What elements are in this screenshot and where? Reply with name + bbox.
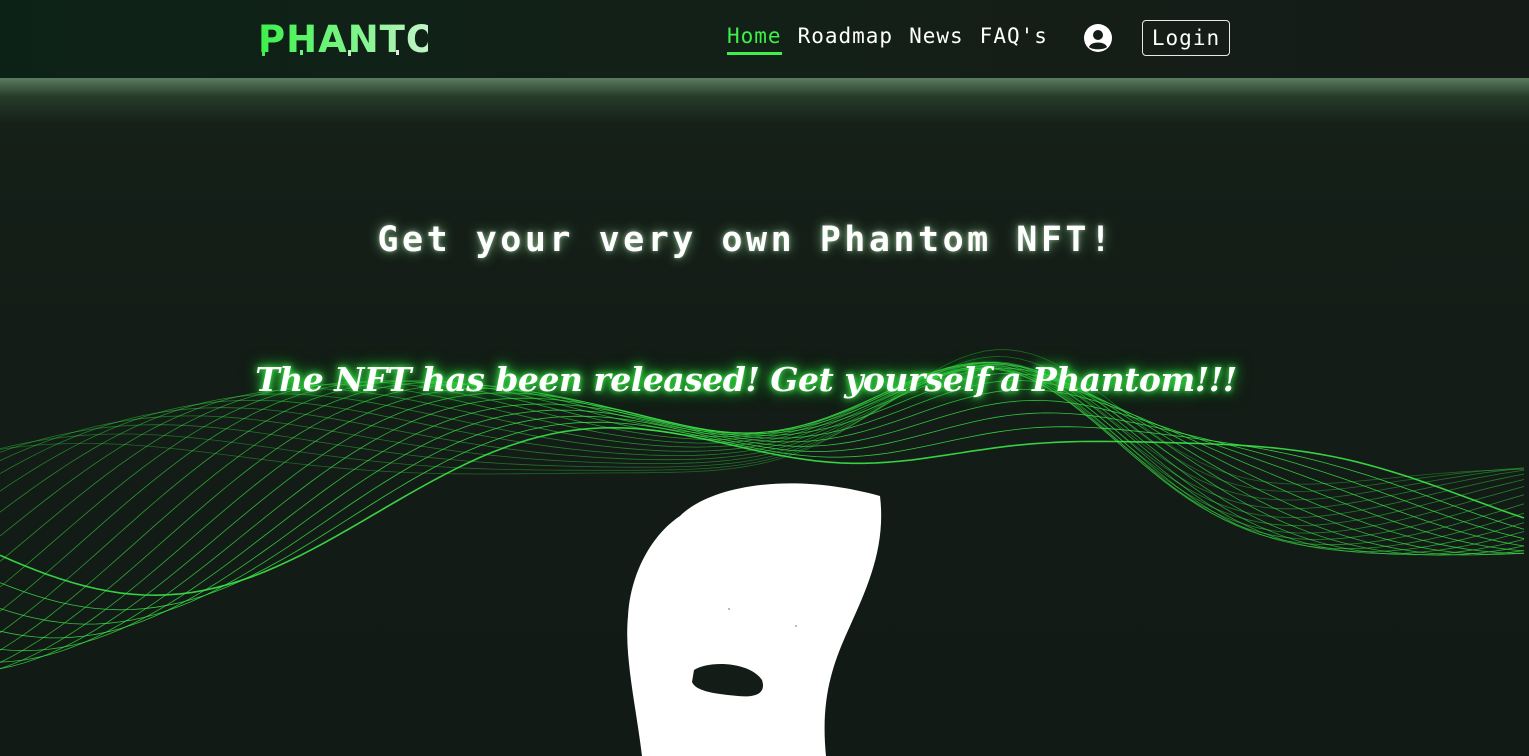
logo-text: PHANTOM: [258, 18, 428, 60]
page: PHANTOM Home Roadmap News FAQ's Login: [0, 0, 1529, 756]
logo-wordmark: PHANTOM: [258, 18, 428, 60]
hero-title: Get your very own Phantom NFT!: [377, 220, 1115, 260]
nav-link-faq[interactable]: FAQ's: [980, 22, 1048, 52]
phantom-logo[interactable]: PHANTOM: [256, 14, 428, 60]
nav-link-roadmap[interactable]: Roadmap: [798, 22, 894, 52]
user-circle-icon[interactable]: [1084, 24, 1112, 52]
hero-subtitle: The NFT has been released! Get yourself …: [255, 360, 1237, 399]
nav-link-news[interactable]: News: [909, 22, 964, 52]
nav-link-home[interactable]: Home: [727, 22, 782, 55]
nav-links: Home Roadmap News FAQ's: [727, 22, 1048, 55]
phantom-mask-image: [627, 483, 882, 756]
top-navbar: PHANTOM Home Roadmap News FAQ's Login: [0, 0, 1529, 78]
navbar-glow: [0, 78, 1529, 124]
login-button[interactable]: Login: [1142, 20, 1230, 56]
